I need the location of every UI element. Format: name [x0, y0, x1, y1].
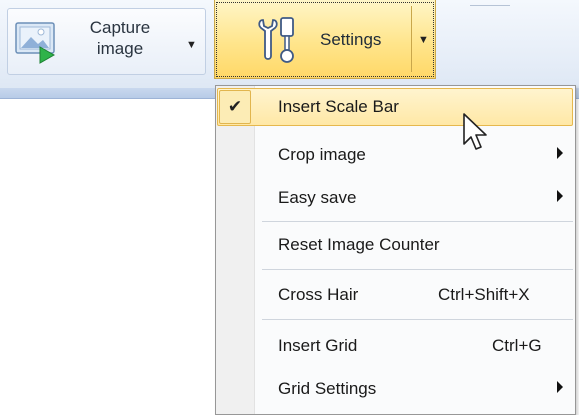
menu-separator: [262, 269, 573, 270]
menu-item-label: Insert Scale Bar: [278, 97, 399, 116]
menu-item-shortcut: Ctrl+Shift+X: [438, 285, 530, 304]
menu-item-insert-grid[interactable]: Insert Grid Ctrl+G: [216, 325, 575, 367]
menu-item-cross-hair[interactable]: Cross Hair Ctrl+Shift+X: [216, 274, 575, 316]
picture-icon: [15, 22, 56, 64]
menu-item-reset-image-counter[interactable]: Reset Image Counter: [216, 224, 575, 266]
settings-dropdown-arrow-icon[interactable]: ▼: [418, 34, 429, 46]
menu-item-label: Cross Hair: [278, 285, 359, 304]
capture-dropdown-arrow-icon[interactable]: ▼: [186, 39, 197, 51]
menu-separator: [262, 319, 573, 320]
menu-item-label: Grid Settings: [278, 379, 377, 398]
settings-split-divider: [411, 6, 412, 72]
menu-item-easy-save[interactable]: Easy save: [216, 177, 575, 219]
settings-button[interactable]: Settings ▼: [214, 0, 436, 79]
capture-image-label: Capture image: [89, 18, 151, 58]
menu-item-label: Easy save: [278, 188, 357, 207]
menu-item-insert-scale-bar[interactable]: ✔ Insert Scale Bar: [216, 86, 575, 128]
menu-item-shortcut: Ctrl+G: [492, 336, 542, 355]
submenu-arrow-icon: [557, 190, 563, 202]
capture-image-button[interactable]: Capture image ▼: [7, 8, 206, 75]
settings-dropdown-menu: ✔ Insert Scale Bar Crop image Easy save …: [215, 85, 576, 415]
mouse-pointer-icon: [463, 113, 487, 150]
menu-item-crop-image[interactable]: Crop image: [216, 134, 575, 176]
submenu-arrow-icon: [557, 147, 563, 159]
menu-item-label: Crop image: [278, 145, 366, 164]
check-icon: ✔: [219, 90, 251, 124]
settings-label: Settings: [320, 30, 382, 49]
submenu-arrow-icon: [557, 381, 563, 393]
menu-item-label: Insert Grid: [278, 336, 358, 355]
menu-item-grid-settings[interactable]: Grid Settings: [216, 368, 575, 410]
toolbar-fragment: [470, 0, 510, 6]
settings-tools-icon: [258, 17, 294, 63]
menu-separator: [262, 221, 573, 222]
menu-item-label: Reset Image Counter: [278, 235, 440, 254]
